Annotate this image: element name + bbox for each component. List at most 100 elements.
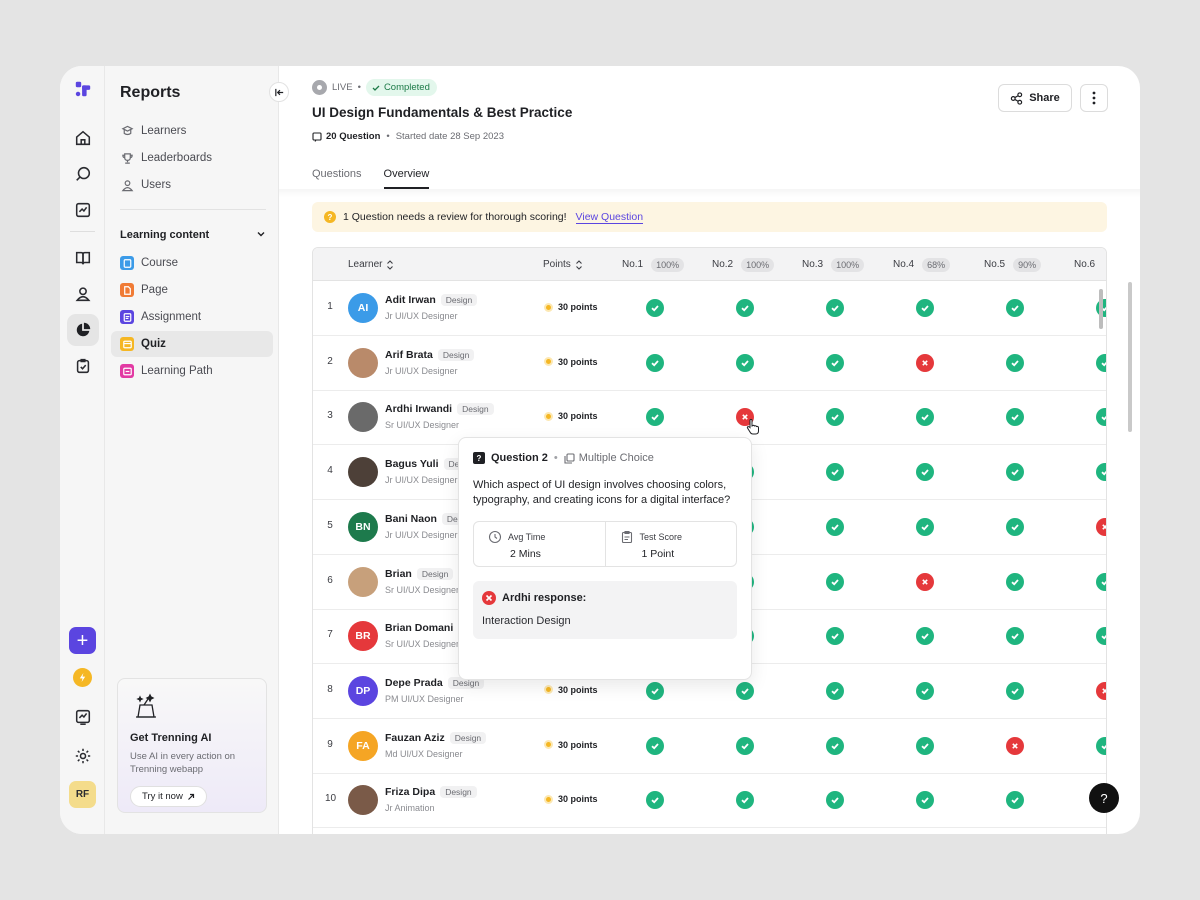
scrollbar[interactable] — [1128, 282, 1132, 432]
correct-icon[interactable] — [736, 791, 754, 810]
correct-icon[interactable] — [736, 736, 754, 755]
question-column-header[interactable]: No.2 100% — [712, 248, 775, 281]
book-icon[interactable] — [70, 245, 96, 271]
correct-icon[interactable] — [826, 353, 844, 372]
correct-icon[interactable] — [646, 408, 664, 427]
question-column-header[interactable]: No.3 100% — [802, 248, 865, 281]
question-column-header[interactable]: No.5 90% — [984, 248, 1042, 281]
logo-icon[interactable] — [70, 76, 96, 102]
learner-column-header[interactable]: Learner — [348, 248, 394, 281]
correct-icon[interactable] — [826, 791, 844, 810]
wrong-icon[interactable] — [1096, 681, 1106, 700]
bolt-icon[interactable] — [73, 668, 92, 687]
more-options-button[interactable] — [1080, 84, 1108, 112]
correct-icon[interactable] — [826, 299, 844, 317]
analytics-icon[interactable] — [70, 197, 96, 223]
correct-icon[interactable] — [916, 627, 934, 646]
tab-overview[interactable]: Overview — [383, 168, 430, 189]
sidebar-item-quiz[interactable]: Quiz — [111, 331, 273, 357]
correct-icon[interactable] — [1096, 627, 1106, 646]
collapse-sidebar-button[interactable] — [269, 82, 289, 102]
table-row[interactable]: 9 FA Fauzan Aziz Design Md UI/UX Designer 30 … — [313, 719, 1106, 774]
correct-icon[interactable] — [646, 299, 664, 317]
sidebar-item-course[interactable]: Course — [111, 250, 273, 276]
correct-icon[interactable] — [1096, 463, 1106, 482]
home-icon[interactable] — [70, 125, 96, 151]
wrong-icon[interactable] — [1096, 517, 1106, 536]
correct-icon[interactable] — [916, 463, 934, 482]
correct-icon[interactable] — [1006, 517, 1024, 536]
correct-icon[interactable] — [736, 681, 754, 700]
share-button[interactable]: Share — [998, 84, 1072, 112]
correct-icon[interactable] — [1006, 681, 1024, 700]
table-row[interactable]: 10 Friza Dipa Design Jr Animation 30 points — [313, 773, 1106, 829]
correct-icon[interactable] — [916, 791, 934, 810]
search-icon[interactable] — [70, 161, 96, 187]
create-button[interactable]: + — [69, 627, 96, 654]
question-column-header[interactable]: No.1 100% — [622, 248, 685, 281]
correct-icon[interactable] — [1096, 408, 1106, 427]
correct-icon[interactable] — [826, 572, 844, 591]
wrong-icon[interactable] — [916, 353, 934, 372]
learner-name[interactable]: Ardhi Irwandi Design — [385, 403, 494, 416]
correct-icon[interactable] — [1006, 627, 1024, 646]
correct-icon[interactable] — [1006, 463, 1024, 482]
correct-icon[interactable] — [1006, 791, 1024, 810]
table-row[interactable]: 1 AI Adit Irwan Design Jr UI/UX Designer 30 p… — [313, 281, 1106, 336]
wrong-icon[interactable] — [1006, 736, 1024, 755]
correct-icon[interactable] — [736, 299, 754, 317]
correct-icon[interactable] — [646, 681, 664, 700]
correct-icon[interactable] — [646, 353, 664, 372]
user-icon[interactable] — [70, 281, 96, 307]
learner-name[interactable]: Brian Design — [385, 567, 454, 580]
activity-icon[interactable] — [70, 704, 96, 730]
points-column-header[interactable]: Points — [543, 248, 583, 281]
correct-icon[interactable] — [1006, 353, 1024, 372]
correct-icon[interactable] — [1006, 572, 1024, 591]
wrong-icon[interactable] — [916, 572, 934, 591]
learner-name[interactable]: Friza Dipa Design — [385, 786, 477, 799]
correct-icon[interactable] — [826, 517, 844, 536]
correct-icon[interactable] — [736, 353, 754, 372]
correct-icon[interactable] — [1006, 299, 1024, 317]
view-question-link[interactable]: View Question — [575, 211, 644, 224]
clipboard-check-icon[interactable] — [70, 353, 96, 379]
correct-icon[interactable] — [916, 736, 934, 755]
sidebar-item-learners[interactable]: Learners — [111, 118, 273, 144]
help-button[interactable]: ? — [1089, 783, 1119, 813]
correct-icon[interactable] — [826, 627, 844, 646]
correct-icon[interactable] — [826, 736, 844, 755]
correct-icon[interactable] — [646, 736, 664, 755]
correct-icon[interactable] — [826, 463, 844, 482]
learner-name[interactable]: Arif Brata Design — [385, 348, 475, 361]
sidebar-item-page[interactable]: Page — [111, 277, 273, 303]
learner-name[interactable]: Fauzan Aziz Design — [385, 731, 487, 744]
sidebar-item-learning-path[interactable]: Learning Path — [111, 358, 273, 384]
question-column-header[interactable]: No.6 — [1074, 248, 1095, 281]
correct-icon[interactable] — [916, 408, 934, 427]
question-column-header[interactable]: No.4 68% — [893, 248, 951, 281]
user-avatar[interactable]: RF — [69, 781, 96, 808]
correct-icon[interactable] — [916, 299, 934, 317]
correct-icon[interactable] — [916, 517, 934, 536]
correct-icon[interactable] — [916, 681, 934, 700]
question-icon — [312, 131, 322, 142]
sidebar-item-leaderboards[interactable]: Leaderboards — [111, 145, 273, 171]
reports-icon[interactable] — [67, 314, 99, 346]
correct-icon[interactable] — [826, 408, 844, 427]
correct-icon[interactable] — [826, 681, 844, 700]
correct-icon[interactable] — [1096, 353, 1106, 372]
correct-icon[interactable] — [646, 791, 664, 810]
learner-name[interactable]: Adit Irwan Design — [385, 294, 478, 306]
table-row[interactable]: 2 Arif Brata Design Jr UI/UX Designer 30 poi… — [313, 336, 1106, 391]
try-ai-button[interactable]: Try it now — [130, 786, 207, 807]
settings-icon[interactable] — [70, 743, 96, 769]
correct-icon[interactable] — [1096, 736, 1106, 755]
correct-icon[interactable] — [1096, 572, 1106, 591]
correct-icon[interactable] — [1006, 408, 1024, 427]
sidebar-item-users[interactable]: Users — [111, 172, 273, 198]
horizontal-scroll-handle[interactable] — [1099, 289, 1103, 329]
sidebar-item-assignment[interactable]: Assignment — [111, 304, 273, 330]
tab-questions[interactable]: Questions — [312, 168, 362, 189]
learning-content-section[interactable]: Learning content — [120, 229, 266, 241]
